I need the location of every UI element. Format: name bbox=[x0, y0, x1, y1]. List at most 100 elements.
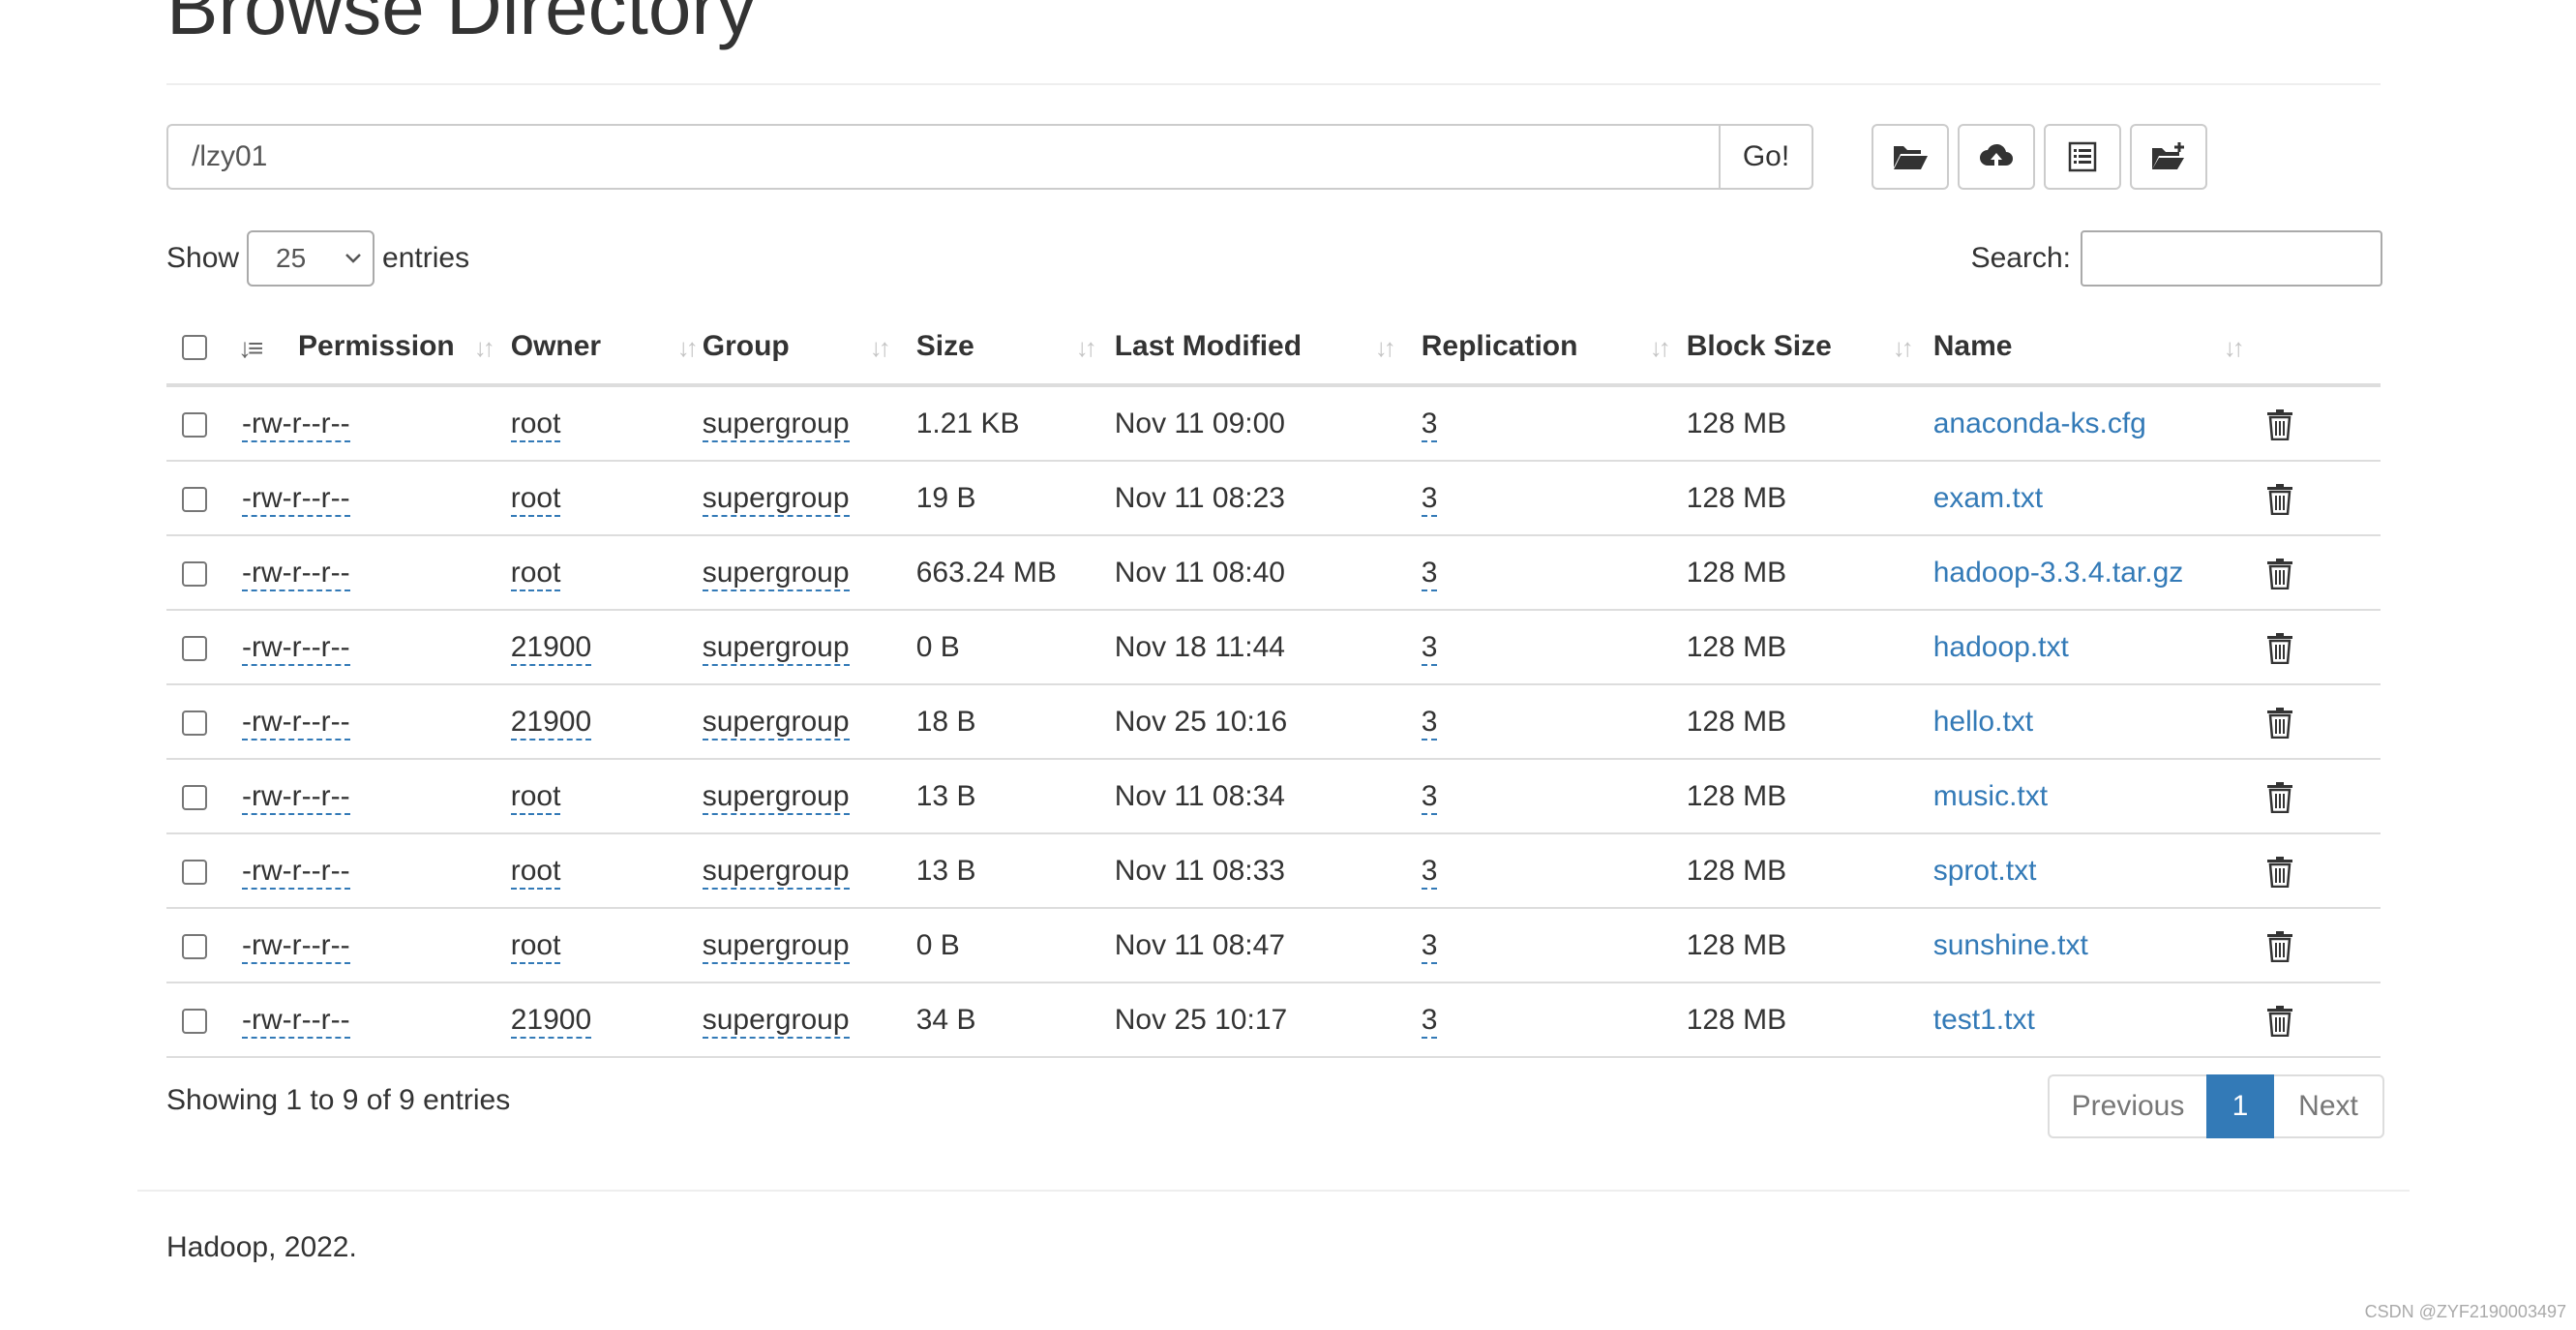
trash-icon[interactable] bbox=[2266, 481, 2293, 515]
block-size-cell: 128 MB bbox=[1686, 833, 1933, 909]
row-checkbox[interactable] bbox=[182, 560, 207, 587]
col-replication[interactable]: Replication ↓↑ bbox=[1421, 310, 1687, 387]
owner-value[interactable]: 21900 bbox=[510, 630, 592, 666]
permission-value[interactable]: -rw-r--r-- bbox=[242, 854, 350, 890]
trash-icon[interactable] bbox=[2266, 705, 2293, 739]
owner-value[interactable]: root bbox=[510, 407, 561, 442]
trash-icon[interactable] bbox=[2266, 928, 2293, 962]
group-value[interactable]: supergroup bbox=[702, 1003, 850, 1039]
modified-cell: Nov 11 08:47 bbox=[1114, 908, 1422, 983]
group-value[interactable]: supergroup bbox=[702, 481, 850, 517]
file-name-link[interactable]: hadoop-3.3.4.tar.gz bbox=[1933, 557, 2184, 589]
table-row: -rw-r--r-- root supergroup 19 B Nov 11 08:23… bbox=[166, 461, 2381, 536]
row-checkbox[interactable] bbox=[182, 411, 207, 438]
replication-value[interactable]: 3 bbox=[1421, 630, 1438, 666]
row-checkbox[interactable] bbox=[182, 933, 207, 959]
col-name[interactable]: Name ↓↑ bbox=[1932, 310, 2262, 387]
permission-value[interactable]: -rw-r--r-- bbox=[242, 481, 350, 517]
row-checkbox[interactable] bbox=[182, 859, 207, 885]
group-value[interactable]: supergroup bbox=[702, 407, 850, 442]
group-value[interactable]: supergroup bbox=[702, 854, 850, 890]
owner-value[interactable]: 21900 bbox=[510, 1003, 592, 1039]
name-cell: sunshine.txt bbox=[1932, 908, 2262, 983]
replication-cell: 3 bbox=[1421, 982, 1687, 1058]
upload-button[interactable] bbox=[1958, 124, 2035, 190]
permission-value[interactable]: -rw-r--r-- bbox=[242, 630, 350, 666]
name-cell: exam.txt bbox=[1932, 461, 2262, 536]
owner-value[interactable]: root bbox=[510, 779, 561, 815]
permission-value[interactable]: -rw-r--r-- bbox=[242, 705, 350, 741]
go-button[interactable]: Go! bbox=[1719, 124, 1813, 190]
file-name-link[interactable]: anaconda-ks.cfg bbox=[1933, 408, 2146, 439]
col-block-size[interactable]: Block Size ↓↑ bbox=[1686, 310, 1933, 387]
owner-value[interactable]: root bbox=[510, 854, 561, 890]
replication-value[interactable]: 3 bbox=[1421, 928, 1438, 964]
trash-icon[interactable] bbox=[2266, 630, 2293, 664]
file-name-link[interactable]: sprot.txt bbox=[1933, 855, 2037, 887]
group-value[interactable]: supergroup bbox=[702, 779, 850, 815]
trash-icon[interactable] bbox=[2266, 407, 2293, 440]
showing-info: Showing 1 to 9 of 9 entries bbox=[166, 1084, 511, 1116]
page-1-button[interactable]: 1 bbox=[2206, 1074, 2274, 1138]
trash-icon[interactable] bbox=[2266, 1003, 2293, 1037]
col-size[interactable]: Size ↓↑ bbox=[915, 310, 1115, 387]
row-select-cell bbox=[166, 535, 242, 611]
group-value[interactable]: supergroup bbox=[702, 556, 850, 591]
sort-icon: ↓↑ bbox=[1649, 333, 1671, 362]
owner-value[interactable]: root bbox=[510, 928, 561, 964]
sort-icon: ↓↑ bbox=[1892, 333, 1914, 362]
permission-value[interactable]: -rw-r--r-- bbox=[242, 556, 350, 591]
name-cell: hadoop.txt bbox=[1932, 610, 2262, 685]
file-name-link[interactable]: music.txt bbox=[1933, 780, 2048, 812]
replication-value[interactable]: 3 bbox=[1421, 705, 1438, 741]
file-name-link[interactable]: hello.txt bbox=[1933, 706, 2033, 738]
permission-value[interactable]: -rw-r--r-- bbox=[242, 1003, 350, 1039]
file-name-link[interactable]: hadoop.txt bbox=[1933, 631, 2069, 663]
row-checkbox[interactable] bbox=[182, 710, 207, 736]
replication-value[interactable]: 3 bbox=[1421, 1003, 1438, 1039]
owner-value[interactable]: root bbox=[510, 481, 561, 517]
list-view-button[interactable] bbox=[2044, 124, 2121, 190]
group-value[interactable]: supergroup bbox=[702, 630, 850, 666]
col-last-modified[interactable]: Last Modified ↓↑ bbox=[1114, 310, 1422, 387]
col-group[interactable]: Group ↓↑ bbox=[702, 310, 916, 387]
create-directory-button[interactable] bbox=[1872, 124, 1949, 190]
trash-icon[interactable] bbox=[2266, 779, 2293, 813]
path-input[interactable] bbox=[166, 124, 1719, 190]
previous-button[interactable]: Previous bbox=[2048, 1074, 2206, 1138]
file-name-link[interactable]: sunshine.txt bbox=[1933, 929, 2088, 961]
trash-icon[interactable] bbox=[2266, 556, 2293, 589]
file-name-link[interactable]: test1.txt bbox=[1933, 1004, 2035, 1036]
group-value[interactable]: supergroup bbox=[702, 928, 850, 964]
modified-cell: Nov 11 08:34 bbox=[1114, 759, 1422, 834]
new-folder-button[interactable] bbox=[2130, 124, 2207, 190]
size-cell: 34 B bbox=[915, 982, 1115, 1058]
owner-value[interactable]: root bbox=[510, 556, 561, 591]
permission-value[interactable]: -rw-r--r-- bbox=[242, 779, 350, 815]
trash-icon[interactable] bbox=[2266, 854, 2293, 888]
owner-value[interactable]: 21900 bbox=[510, 705, 592, 741]
replication-value[interactable]: 3 bbox=[1421, 407, 1438, 442]
modified-cell: Nov 11 08:33 bbox=[1114, 833, 1422, 909]
size-cell: 13 B bbox=[915, 759, 1115, 834]
row-checkbox[interactable] bbox=[182, 635, 207, 661]
row-checkbox[interactable] bbox=[182, 1008, 207, 1034]
replication-value[interactable]: 3 bbox=[1421, 481, 1438, 517]
next-button[interactable]: Next bbox=[2274, 1074, 2384, 1138]
entries-select[interactable]: 25 bbox=[247, 230, 375, 287]
replication-value[interactable]: 3 bbox=[1421, 556, 1438, 591]
replication-value[interactable]: 3 bbox=[1421, 854, 1438, 890]
search-input[interactable] bbox=[2081, 230, 2382, 287]
permission-value[interactable]: -rw-r--r-- bbox=[242, 407, 350, 442]
select-all-checkbox[interactable] bbox=[182, 335, 207, 361]
col-permission[interactable]: Permission ↓↑ bbox=[242, 310, 495, 387]
permission-value[interactable]: -rw-r--r-- bbox=[242, 928, 350, 964]
group-value[interactable]: supergroup bbox=[702, 705, 850, 741]
table-row: -rw-r--r-- root supergroup 13 B Nov 11 08:34… bbox=[166, 759, 2381, 834]
row-checkbox[interactable] bbox=[182, 784, 207, 810]
delete-cell bbox=[2261, 535, 2381, 611]
row-checkbox[interactable] bbox=[182, 486, 207, 512]
file-name-link[interactable]: exam.txt bbox=[1933, 482, 2043, 514]
replication-value[interactable]: 3 bbox=[1421, 779, 1438, 815]
col-owner[interactable]: Owner ↓↑ bbox=[454, 310, 703, 387]
